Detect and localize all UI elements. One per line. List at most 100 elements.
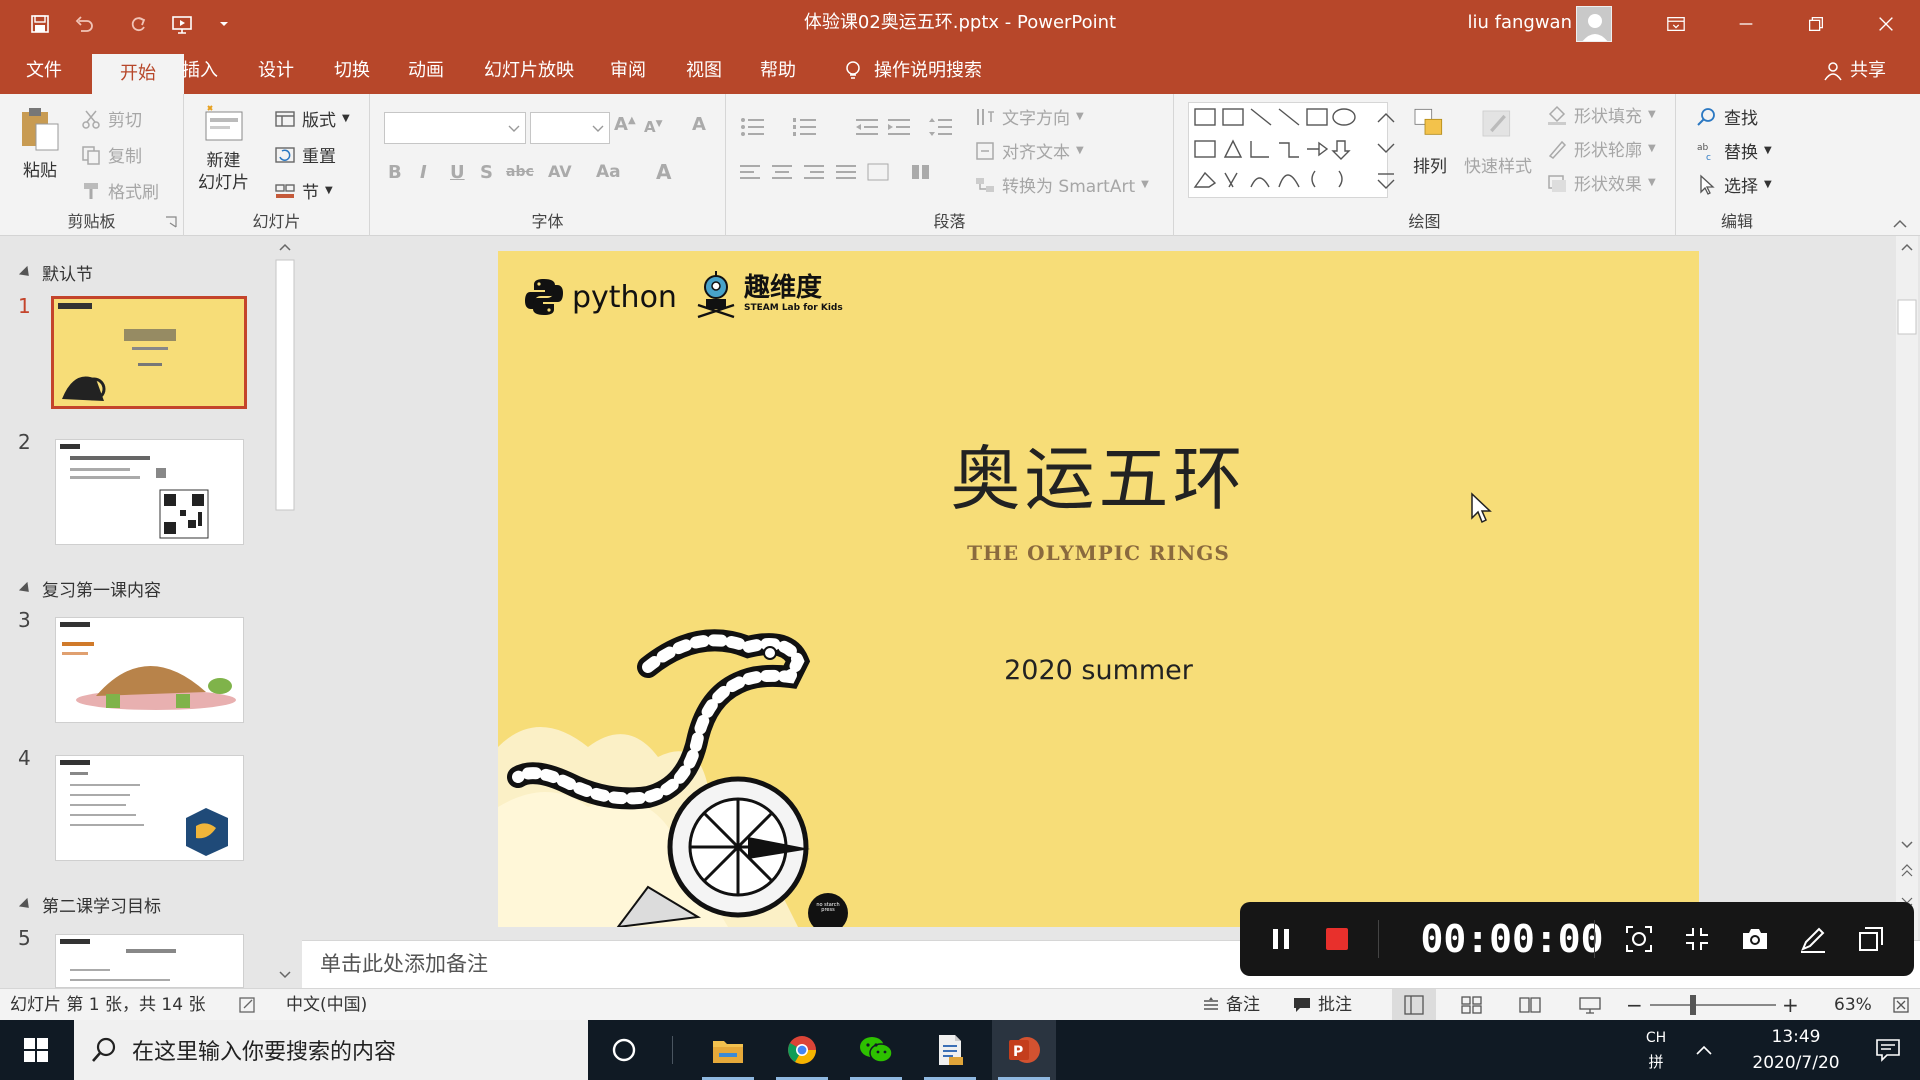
text-shadow-icon[interactable]: S xyxy=(480,162,493,183)
cortana-button[interactable] xyxy=(592,1020,656,1080)
file-explorer-taskbar-icon[interactable] xyxy=(696,1020,760,1080)
bullets-icon[interactable] xyxy=(740,116,766,138)
decrease-indent-icon[interactable] xyxy=(854,116,880,138)
show-hidden-icons-button[interactable] xyxy=(1676,1020,1732,1080)
font-color-icon[interactable]: A xyxy=(656,160,671,184)
shapes-gallery[interactable] xyxy=(1188,102,1388,198)
minimize-icon[interactable] xyxy=(1712,0,1780,48)
tab-home[interactable]: 开始 xyxy=(92,54,184,94)
slide-thumbnail-3[interactable] xyxy=(55,617,244,723)
tab-slideshow[interactable]: 幻灯片放映 xyxy=(474,48,584,94)
zoom-level[interactable]: 63% xyxy=(1834,989,1872,1021)
taskbar-search-box[interactable]: 在这里输入你要搜索的内容 xyxy=(74,1020,588,1080)
collapse-triangle-icon[interactable] xyxy=(18,265,34,280)
stop-recording-button[interactable] xyxy=(1310,902,1364,976)
change-case-icon[interactable]: Aa xyxy=(596,162,621,182)
replace-button[interactable]: ab c 替换 ▼ xyxy=(1696,138,1772,164)
line-spacing-icon[interactable] xyxy=(928,116,954,138)
powerpoint-taskbar-icon[interactable]: P xyxy=(992,1020,1056,1080)
tab-review[interactable]: 审阅 xyxy=(600,48,656,94)
character-spacing-icon[interactable]: AV xyxy=(548,162,572,181)
font-size-select[interactable] xyxy=(530,112,610,144)
thumbnail-scrollbar[interactable] xyxy=(274,236,296,988)
start-button[interactable] xyxy=(4,1020,68,1080)
ribbon-display-options-icon[interactable] xyxy=(1642,0,1710,48)
format-painter-button[interactable]: 格式刷 xyxy=(80,178,159,203)
align-text-button[interactable]: 对齐文本 ▼ xyxy=(974,138,1084,163)
collapse-ribbon-icon[interactable] xyxy=(1892,217,1908,229)
slide-thumbnail-4[interactable] xyxy=(55,755,244,861)
font-name-select[interactable] xyxy=(384,112,526,144)
restore-icon[interactable] xyxy=(1782,0,1850,48)
tab-transitions[interactable]: 切换 xyxy=(324,48,380,94)
pause-recording-button[interactable] xyxy=(1254,902,1308,976)
comments-toggle-button[interactable]: 批注 xyxy=(1292,989,1352,1021)
quick-styles-button[interactable]: 快速样式 xyxy=(1464,106,1532,177)
notes-toggle-button[interactable]: 备注 xyxy=(1202,989,1260,1021)
input-method-indicator[interactable]: CH 拼 xyxy=(1636,1020,1676,1080)
shape-outline-button[interactable]: 形状轮廓 ▼ xyxy=(1546,136,1656,161)
redo-icon[interactable] xyxy=(120,6,156,42)
shape-fill-button[interactable]: 形状填充 ▼ xyxy=(1546,102,1656,127)
user-avatar[interactable] xyxy=(1576,6,1612,42)
undo-icon[interactable] xyxy=(66,6,102,42)
shrink-toolbar-button[interactable] xyxy=(1670,902,1724,976)
camera-toggle-button[interactable] xyxy=(1612,902,1666,976)
copy-button[interactable]: 复制 xyxy=(80,142,142,167)
strikethrough-icon[interactable]: abc xyxy=(506,164,534,180)
numbering-icon[interactable] xyxy=(792,116,818,138)
tab-animations[interactable]: 动画 xyxy=(398,48,454,94)
taskbar-clock[interactable]: 13:49 2020/7/20 xyxy=(1736,1020,1856,1080)
collapse-triangle-icon[interactable] xyxy=(18,897,34,912)
tab-view[interactable]: 视图 xyxy=(676,48,732,94)
action-center-button[interactable] xyxy=(1856,1020,1920,1080)
italic-icon[interactable]: I xyxy=(420,162,427,183)
slide-sorter-view-icon[interactable] xyxy=(1460,996,1484,1014)
screenshot-button[interactable] xyxy=(1728,902,1782,976)
tab-insert[interactable]: 插入 xyxy=(172,48,228,94)
increase-indent-icon[interactable] xyxy=(886,116,912,138)
zoom-slider-track[interactable] xyxy=(1650,1004,1776,1006)
snake-jet-illustration[interactable] xyxy=(498,627,868,927)
user-name[interactable]: liu fangwan xyxy=(1468,0,1573,46)
chrome-taskbar-icon[interactable] xyxy=(770,1020,834,1080)
slide-subtitle[interactable]: THE OLYMPIC RINGS xyxy=(498,541,1699,565)
paste-button[interactable]: 粘贴 xyxy=(18,104,62,181)
underline-icon[interactable]: U xyxy=(450,162,465,183)
slide-counter[interactable]: 幻灯片 第 1 张，共 14 张 xyxy=(10,989,205,1021)
slideshow-view-icon[interactable] xyxy=(1578,996,1602,1014)
reset-button[interactable]: 重置 xyxy=(274,142,336,167)
bold-icon[interactable]: B xyxy=(388,162,402,183)
language-indicator[interactable]: 中文(中国) xyxy=(286,989,367,1021)
new-slide-button[interactable]: 新建 幻灯片 xyxy=(198,102,249,194)
annotate-button[interactable] xyxy=(1786,902,1840,976)
collapse-triangle-icon[interactable] xyxy=(18,581,34,596)
shape-effects-button[interactable]: 形状效果 ▼ xyxy=(1546,170,1656,195)
slide-title[interactable]: 奥运五环 xyxy=(498,423,1699,524)
fit-to-window-icon[interactable] xyxy=(1892,996,1910,1014)
spellcheck-icon[interactable] xyxy=(238,996,258,1014)
slide-scrollbar[interactable] xyxy=(1896,236,1918,940)
arrange-button[interactable]: 排列 xyxy=(1410,106,1450,177)
wechat-taskbar-icon[interactable] xyxy=(844,1020,908,1080)
section-default[interactable]: 默认节 xyxy=(18,260,93,285)
shapes-gallery-scroll[interactable] xyxy=(1374,102,1398,198)
section-review-lesson-one[interactable]: 复习第一课内容 xyxy=(18,576,161,601)
slide-canvas[interactable]: python 趣维度 STEAM Lab for Kids 奥运五环 THE O… xyxy=(498,251,1699,927)
paragraph-align-icons[interactable] xyxy=(740,162,940,184)
reading-view-icon[interactable] xyxy=(1518,996,1542,1014)
view-normal-button[interactable] xyxy=(1392,989,1436,1021)
layout-button[interactable]: 版式 ▼ xyxy=(274,106,350,131)
section-lesson-two-goals[interactable]: 第二课学习目标 xyxy=(18,892,161,917)
slide-thumbnail-1[interactable] xyxy=(51,296,247,409)
tab-file[interactable]: 文件 xyxy=(16,48,72,94)
dialog-launcher-icon[interactable] xyxy=(165,216,177,228)
expand-window-button[interactable] xyxy=(1844,902,1898,976)
document-app-taskbar-icon[interactable] xyxy=(918,1020,982,1080)
tab-help[interactable]: 帮助 xyxy=(750,48,806,94)
tab-design[interactable]: 设计 xyxy=(248,48,304,94)
zoom-out-button[interactable]: − xyxy=(1626,989,1643,1021)
convert-smartart-button[interactable]: 转换为 SmartArt ▼ xyxy=(974,172,1149,197)
zoom-slider-thumb[interactable] xyxy=(1690,995,1696,1015)
zoom-in-button[interactable]: + xyxy=(1782,989,1799,1021)
